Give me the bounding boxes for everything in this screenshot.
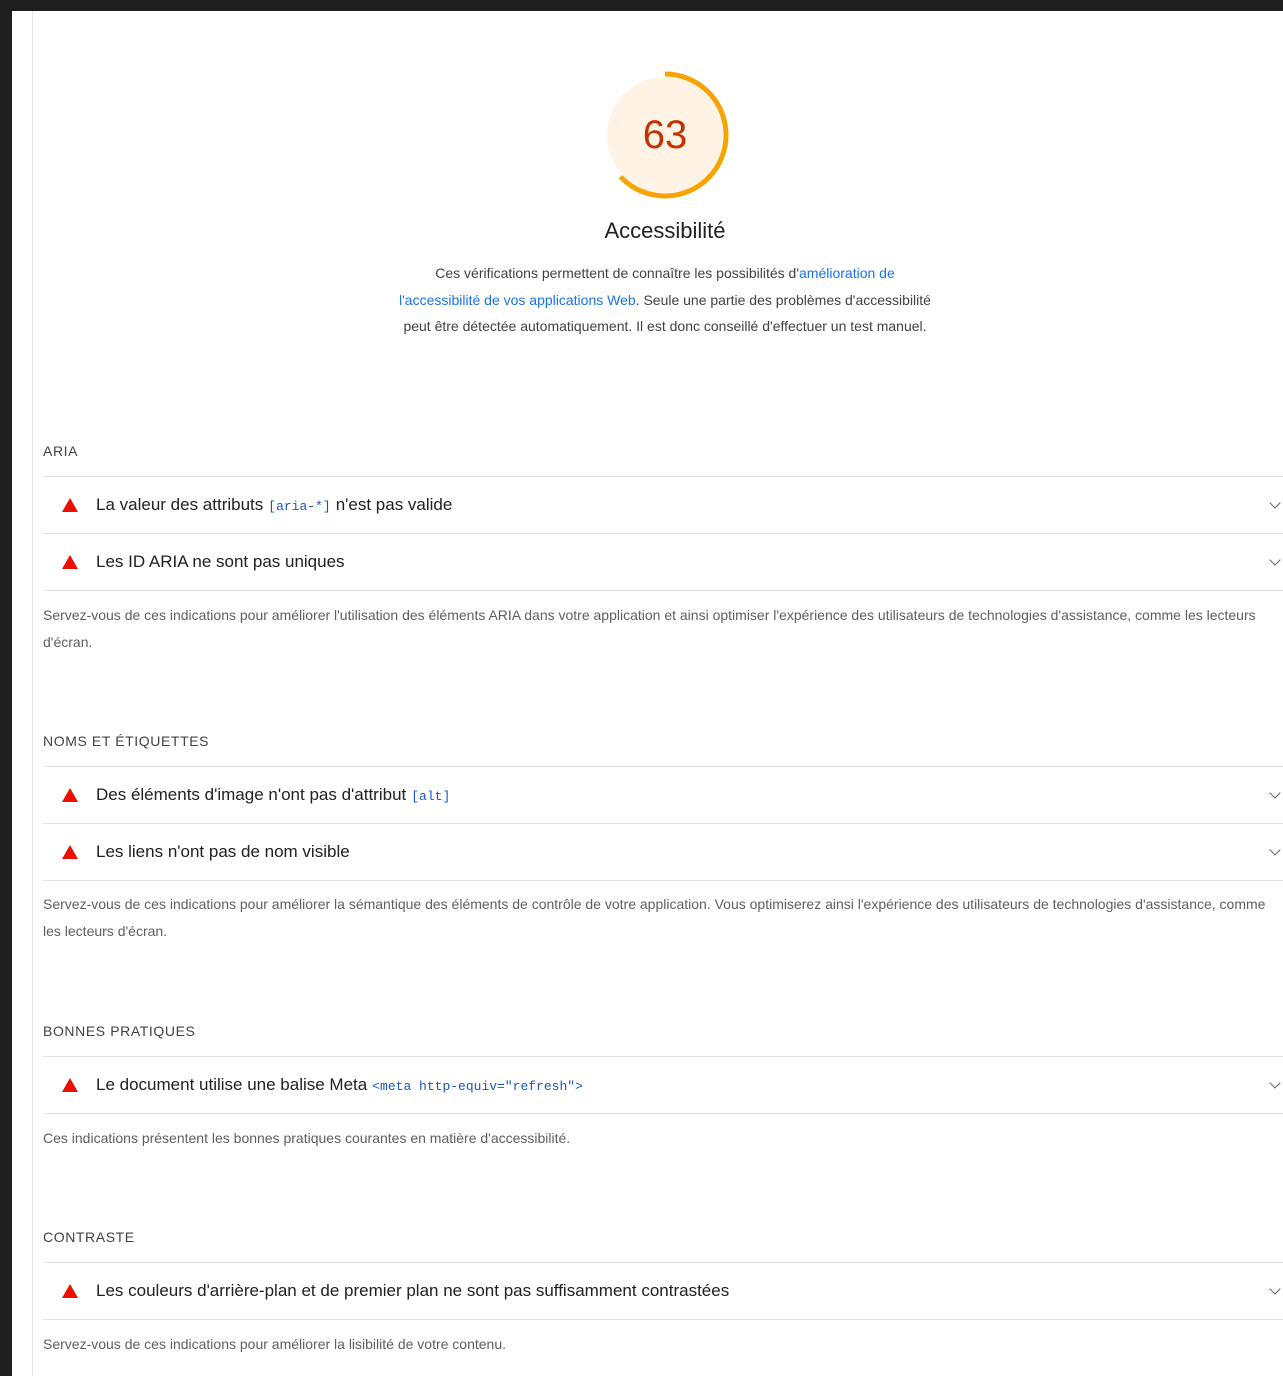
audit-title: Les couleurs d'arrière-plan et de premie… bbox=[96, 1281, 730, 1300]
chevron-down-icon[interactable] bbox=[1269, 497, 1281, 509]
fail-triangle-icon bbox=[62, 498, 78, 512]
audit-title: La valeur des attributs [aria-*] n'est pas… bbox=[96, 495, 453, 514]
score-value: 63 bbox=[642, 113, 688, 157]
category-description: Ces vérifications permettent de connaîtr… bbox=[395, 260, 935, 340]
audit-link-name[interactable]: Les liens n'ont pas de nom visible bbox=[43, 823, 1283, 881]
fail-triangle-icon bbox=[62, 845, 78, 859]
left-divider bbox=[32, 11, 33, 1376]
audit-meta-refresh[interactable]: Le document utilise une balise Meta <meta… bbox=[43, 1056, 1283, 1114]
audit-image-alt[interactable]: Des éléments d'image n'ont pas d'attribu… bbox=[43, 766, 1283, 823]
chevron-down-icon[interactable] bbox=[1269, 844, 1281, 856]
category-title: Accessibilité bbox=[604, 218, 726, 243]
group-title-best-practices: BONNES PRATIQUES bbox=[43, 1023, 196, 1039]
fail-triangle-icon bbox=[62, 1284, 78, 1298]
audit-aria-attr-valid[interactable]: La valeur des attributs [aria-*] n'est pas… bbox=[43, 476, 1283, 533]
audit-title: Les liens n'ont pas de nom visible bbox=[96, 842, 350, 861]
group-description-aria: Servez-vous de ces indications pour amél… bbox=[43, 607, 1256, 650]
group-description-names-labels: Servez-vous de ces indications pour amél… bbox=[43, 896, 1266, 939]
score-gauge: 63 bbox=[600, 70, 730, 200]
chevron-down-icon[interactable] bbox=[1269, 1283, 1281, 1295]
chevron-down-icon[interactable] bbox=[1269, 1077, 1281, 1089]
group-description-best-practices: Ces indications présentent les bonnes pr… bbox=[43, 1130, 571, 1146]
report-panel: 63 Accessibilité Ces vérifications perme… bbox=[12, 11, 1283, 1376]
audit-color-contrast[interactable]: Les couleurs d'arrière-plan et de premie… bbox=[43, 1262, 1283, 1320]
fail-triangle-icon bbox=[62, 788, 78, 802]
group-title-names-labels: NOMS ET ÉTIQUETTES bbox=[43, 733, 210, 749]
fail-triangle-icon bbox=[62, 555, 78, 569]
audit-title: Des éléments d'image n'ont pas d'attribu… bbox=[96, 785, 451, 804]
group-title-contrast: CONTRASTE bbox=[43, 1229, 135, 1245]
chevron-down-icon[interactable] bbox=[1269, 787, 1281, 799]
group-description-contrast: Servez-vous de ces indications pour amél… bbox=[43, 1336, 507, 1352]
category-desc-text: Ces vérifications permettent de connaîtr… bbox=[435, 265, 799, 281]
group-title-aria: ARIA bbox=[43, 443, 79, 459]
chevron-down-icon[interactable] bbox=[1269, 554, 1281, 566]
audit-title: Les ID ARIA ne sont pas uniques bbox=[96, 552, 345, 571]
audit-aria-unique-ids[interactable]: Les ID ARIA ne sont pas uniques bbox=[43, 533, 1283, 591]
fail-triangle-icon bbox=[62, 1078, 78, 1092]
audit-title: Le document utilise une balise Meta <meta… bbox=[96, 1075, 583, 1094]
